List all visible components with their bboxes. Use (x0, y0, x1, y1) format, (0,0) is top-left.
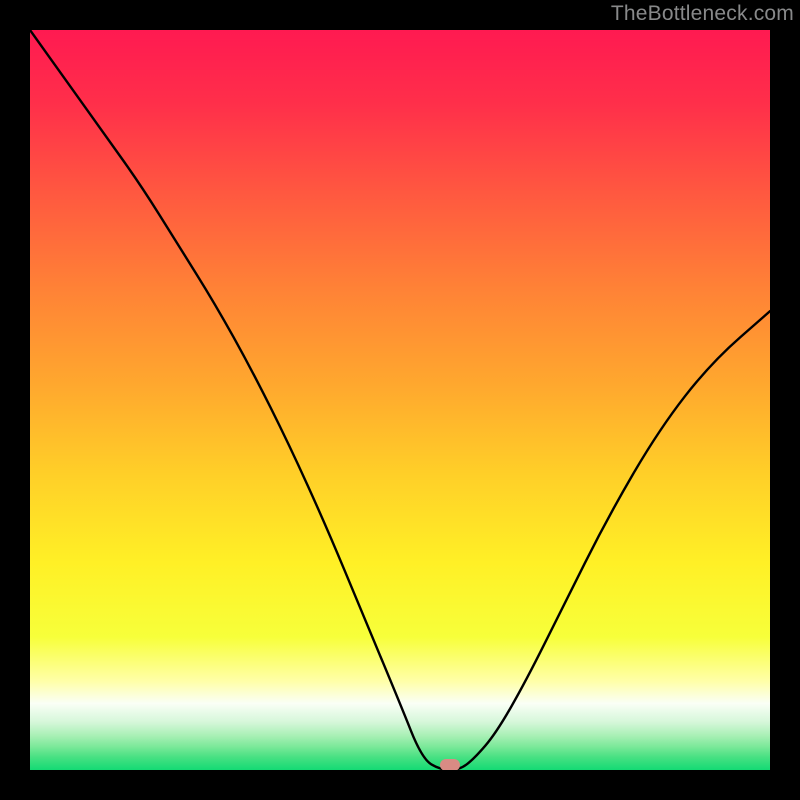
plot-area (30, 30, 770, 770)
bottleneck-curve (30, 30, 770, 770)
curve-layer (30, 30, 770, 770)
chart-frame: TheBottleneck.com (0, 0, 800, 800)
optimal-marker (440, 759, 460, 770)
watermark-label: TheBottleneck.com (611, 2, 794, 26)
